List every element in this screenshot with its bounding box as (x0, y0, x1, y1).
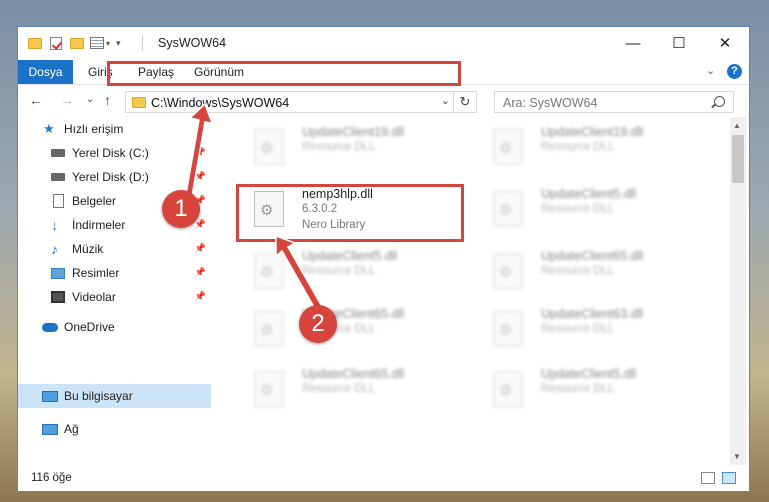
step-1-badge: 1 (162, 190, 200, 228)
arrow-to-address-icon (185, 102, 214, 197)
step-2-badge: 2 (299, 305, 337, 343)
annotation-arrows (185, 102, 325, 316)
arrow-to-file-icon (275, 234, 325, 316)
